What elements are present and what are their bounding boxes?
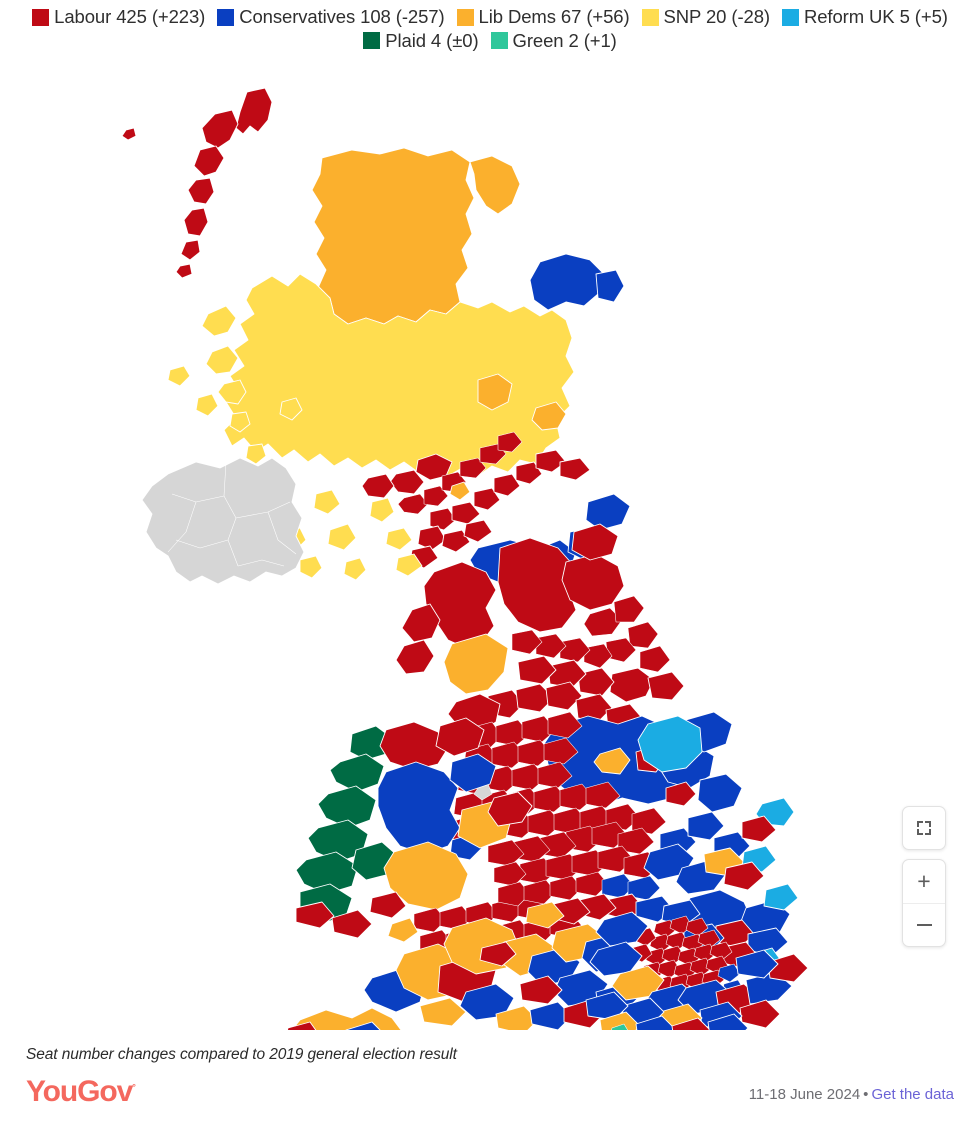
legend: Labour 425 (+223) Conservatives 108 (-25… — [0, 0, 980, 53]
legend-item-plaid[interactable]: Plaid 4 (±0) — [363, 29, 479, 51]
legend-swatch-plaid — [363, 32, 381, 50]
fieldwork-date: 11-18 June 2024 — [748, 1086, 861, 1103]
legend-row-1: Labour 425 (+223) Conservatives 108 (-25… — [0, 6, 980, 30]
zoom-in-button[interactable]: + — [903, 860, 945, 904]
legend-swatch-reform-uk — [781, 8, 799, 26]
region-northern-england — [395, 523, 795, 861]
legend-label-lib-dems: Lib Dems 67 (+56) — [478, 6, 630, 27]
footer: Seat number changes compared to 2019 gen… — [0, 1036, 980, 1129]
legend-row-2: Plaid 4 (±0) Green 2 (+1) — [0, 30, 980, 54]
legend-label-snp: SNP 20 (-28) — [663, 6, 771, 27]
yougov-logo: YouGov° — [26, 1077, 136, 1107]
legend-item-labour[interactable]: Labour 425 (+223) — [32, 6, 206, 27]
region-south-west — [286, 917, 639, 1030]
legend-label-plaid: Plaid 4 (±0) — [385, 29, 479, 51]
get-the-data-link[interactable]: Get the data — [871, 1086, 954, 1103]
map-controls[interactable]: + — [902, 806, 946, 947]
footer-separator: • — [863, 1086, 869, 1103]
legend-swatch-conservatives — [217, 8, 235, 26]
legend-swatch-green — [490, 32, 508, 50]
yougov-registered-mark: ° — [132, 1082, 136, 1092]
footer-bottom: YouGov° 11-18 June 2024 • Get the data — [26, 1077, 954, 1107]
region-northern-ireland — [141, 457, 305, 585]
footer-meta: 11-18 June 2024 • Get the data — [749, 1086, 954, 1107]
minus-icon — [916, 923, 932, 926]
yougov-wordmark: YouGov — [26, 1075, 133, 1108]
legend-item-green[interactable]: Green 2 (+1) — [490, 29, 617, 51]
legend-item-conservatives[interactable]: Conservatives 108 (-257) — [217, 6, 445, 27]
footnote: Seat number changes compared to 2019 gen… — [26, 1046, 457, 1063]
legend-label-labour: Labour 425 (+223) — [54, 6, 206, 27]
legend-item-reform-uk[interactable]: Reform UK 5 (+5) — [781, 6, 948, 27]
legend-label-conservatives: Conservatives 108 (-257) — [239, 6, 445, 27]
legend-swatch-snp — [641, 8, 659, 26]
legend-swatch-labour — [32, 8, 50, 26]
uk-constituency-map[interactable] — [0, 62, 980, 1030]
fit-to-screen-icon — [917, 821, 931, 835]
legend-label-reform-uk: Reform UK 5 (+5) — [803, 6, 948, 27]
legend-item-snp[interactable]: SNP 20 (-28) — [641, 6, 771, 27]
zoom-control-group[interactable]: + — [902, 859, 946, 947]
legend-swatch-lib-dems — [456, 8, 474, 26]
legend-item-lib-dems[interactable]: Lib Dems 67 (+56) — [456, 6, 630, 27]
legend-label-green: Green 2 (+1) — [512, 29, 617, 51]
fit-to-screen-button[interactable] — [902, 806, 946, 850]
map-container[interactable] — [0, 62, 980, 1030]
zoom-out-button[interactable] — [903, 904, 945, 947]
